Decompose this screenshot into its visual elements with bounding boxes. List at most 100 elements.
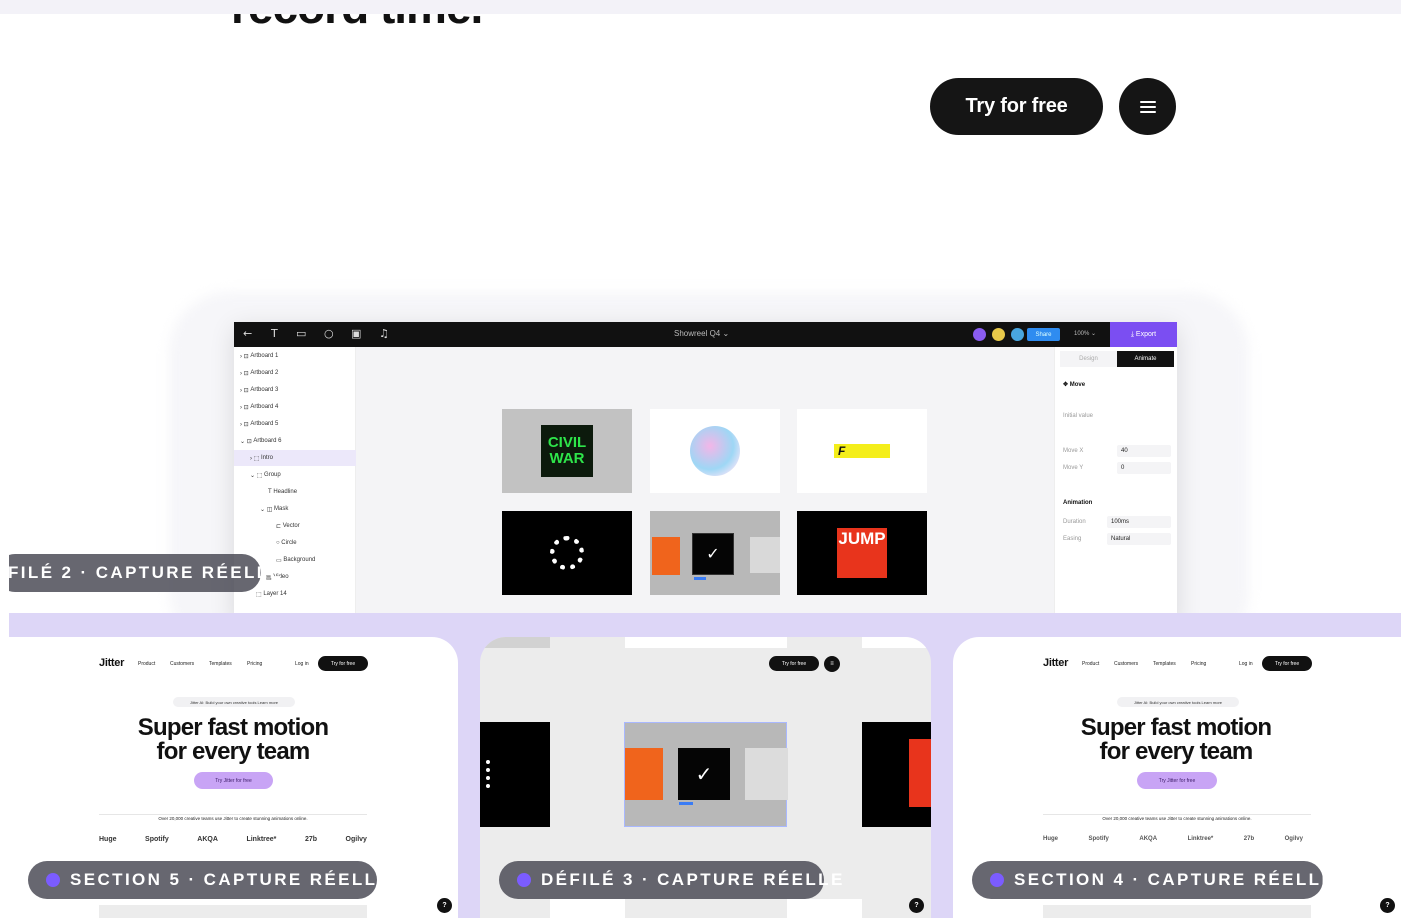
layer-item-selected[interactable]: › ⬚ Intro xyxy=(234,450,356,466)
brand-logos: Huge Spotify AKQA Linktree* 27b Ogilvy xyxy=(1043,836,1303,842)
swoosh-icon: ✓ xyxy=(692,533,734,575)
nav-pricing[interactable]: Pricing xyxy=(1191,661,1206,667)
brand-27b: 27b xyxy=(1243,836,1255,842)
caption-text: DÉFILÉ 3 · CAPTURE RÉELLE xyxy=(541,870,845,889)
nav-login[interactable]: Log in xyxy=(295,661,309,667)
jitter-logo[interactable]: Jitter xyxy=(1043,657,1068,669)
export-button[interactable]: ⤓ Export xyxy=(1110,322,1177,347)
layer-item[interactable]: ⌄ ⬚ Group xyxy=(250,467,281,483)
nav-product[interactable]: Product xyxy=(138,661,155,667)
nav-templates[interactable]: Templates xyxy=(209,661,232,667)
move-section-title: ✥ Move xyxy=(1063,382,1086,388)
caption-text: SECTION 5 · CAPTURE RÉELLE xyxy=(70,870,392,889)
ai-badge[interactable]: Jitter AI: Build your own creative tools… xyxy=(173,697,295,707)
artboard-jump[interactable]: JUMP xyxy=(797,511,927,595)
artboard-loader[interactable] xyxy=(502,511,632,595)
artboard-nike[interactable]: ✓ xyxy=(650,511,780,595)
layer-item[interactable]: ⊏ Vector xyxy=(276,518,300,534)
move-y-input[interactable]: 0 xyxy=(1117,462,1171,474)
tab-animate[interactable]: Animate xyxy=(1117,351,1174,367)
menu-icon[interactable]: ≡ xyxy=(824,656,840,672)
media-tool-icon[interactable]: ▣ xyxy=(351,327,361,340)
bottom-edge-panel xyxy=(787,899,862,918)
nav-product[interactable]: Product xyxy=(1082,661,1099,667)
try-for-free-button[interactable]: Try for free xyxy=(930,78,1103,135)
layer-item[interactable]: ⌄ ⊡ Artboard 6 xyxy=(240,433,281,449)
ellipse-tool-icon[interactable]: ○ xyxy=(324,327,334,340)
audio-tool-icon[interactable]: ♫ xyxy=(379,327,389,340)
record-dot-icon xyxy=(517,873,531,887)
menu-icon xyxy=(1139,100,1156,113)
text-tool-icon[interactable]: T xyxy=(271,327,278,340)
initial-value-label: Initial value xyxy=(1063,413,1094,419)
move-y-label: Move Y xyxy=(1063,465,1084,471)
brand-linktree: Linktree* xyxy=(1187,836,1214,842)
editor-canvas[interactable]: CIVIL WAR F ✓ JUMP xyxy=(356,347,1054,613)
layer-item[interactable]: › ⊡ Artboard 4 xyxy=(240,399,278,415)
nav-pricing[interactable]: Pricing xyxy=(247,661,262,667)
nav-login[interactable]: Log in xyxy=(1239,661,1253,667)
rectangle-tool-icon[interactable]: ▭ xyxy=(296,327,306,340)
divider xyxy=(99,814,367,815)
layer-item[interactable]: ○ Circle xyxy=(276,535,297,551)
editor-toolbar: ← T ▭ ○ ▣ ♫ Showreel Q4 ⌄ Share 100% ⌄ ⤓… xyxy=(234,322,1177,347)
menu-button[interactable] xyxy=(1119,78,1176,135)
jump-poster: JUMP xyxy=(837,528,887,578)
file-title[interactable]: Showreel Q4 ⌄ xyxy=(674,329,729,338)
next-section-peek xyxy=(99,905,367,918)
help-button[interactable]: ? xyxy=(437,898,452,913)
brand-27b: 27b xyxy=(304,836,318,843)
brand-akqa: AKQA xyxy=(197,836,218,843)
layer-item[interactable]: T Headline xyxy=(268,484,297,500)
animation-section-title: Animation xyxy=(1063,500,1093,506)
nav-customers[interactable]: Customers xyxy=(1114,661,1138,667)
cta-button[interactable]: Try Jitter for free xyxy=(194,772,273,789)
loader-artboard-edge xyxy=(480,722,550,827)
layer-item[interactable]: › ⊡ Artboard 3 xyxy=(240,382,278,398)
duration-input[interactable]: 100ms xyxy=(1107,516,1171,528)
top-edge-panel xyxy=(862,637,931,648)
nike-artboard[interactable]: ✓ xyxy=(624,722,788,827)
mini-try-button[interactable]: Try for free xyxy=(318,656,368,671)
avatar xyxy=(990,326,1007,343)
layer-item[interactable]: ⌄ ◫ Mask xyxy=(260,501,288,517)
duration-label: Duration xyxy=(1063,519,1086,525)
brand-akqa: AKQA xyxy=(1139,836,1158,842)
artboard-f-logo[interactable]: F xyxy=(797,409,927,493)
ai-badge[interactable]: Jitter AI: Build your own creative tools… xyxy=(1117,697,1239,707)
hero-headline-tail: record time. xyxy=(231,14,483,34)
layer-item[interactable]: ⬚ Layer 14 xyxy=(256,586,287,602)
zoom-dropdown[interactable]: 100% ⌄ xyxy=(1074,330,1096,337)
cta-button[interactable]: Try Jitter for free xyxy=(1137,772,1217,789)
brand-spotify: Spotify xyxy=(145,836,169,843)
tab-design[interactable]: Design xyxy=(1060,351,1117,367)
brand-ogilvy: Ogilvy xyxy=(1284,836,1303,842)
jump-poster xyxy=(909,739,931,807)
properties-panel: Design Animate ✥ Move Initial value Move… xyxy=(1054,347,1177,613)
move-x-input[interactable]: 40 xyxy=(1117,445,1171,457)
nav-customers[interactable]: Customers xyxy=(170,661,194,667)
mini-try-button[interactable]: Try for free xyxy=(769,656,819,671)
top-edge-panel xyxy=(480,637,550,648)
brand-spotify: Spotify xyxy=(1088,836,1109,842)
back-arrow-icon[interactable]: ← xyxy=(243,327,252,340)
jitter-logo[interactable]: Jitter xyxy=(99,657,124,669)
help-button[interactable]: ? xyxy=(909,898,924,913)
artboard-orb[interactable] xyxy=(650,409,780,493)
nav-templates[interactable]: Templates xyxy=(1153,661,1176,667)
brand-logos: Huge Spotify AKQA Linktree* 27b Ogilvy xyxy=(99,836,367,843)
editor-preview: ← T ▭ ○ ▣ ♫ Showreel Q4 ⌄ Share 100% ⌄ ⤓… xyxy=(234,322,1177,613)
caption-badge-mid: DÉFILÉ 3 · CAPTURE RÉELLE xyxy=(499,861,842,899)
screenshot-collage: record time. Try for free ← T ▭ ○ ▣ ♫ Sh… xyxy=(0,0,1401,918)
artboard-civil-war[interactable]: CIVIL WAR xyxy=(502,409,632,493)
help-button[interactable]: ? xyxy=(1380,898,1395,913)
layer-item[interactable]: › ⊡ Artboard 2 xyxy=(240,365,278,381)
hero-title: Super fast motion for every team xyxy=(1080,714,1272,765)
next-section-peek xyxy=(1043,905,1311,918)
layer-item[interactable]: › ⊡ Artboard 5 xyxy=(240,416,278,432)
layer-item[interactable]: › ⊡ Artboard 1 xyxy=(240,348,278,364)
easing-select[interactable]: Natural xyxy=(1107,533,1171,545)
mini-try-button[interactable]: Try for free xyxy=(1262,656,1312,671)
top-capture: record time. Try for free ← T ▭ ○ ▣ ♫ Sh… xyxy=(9,14,1401,613)
share-button[interactable]: Share xyxy=(1027,328,1060,341)
